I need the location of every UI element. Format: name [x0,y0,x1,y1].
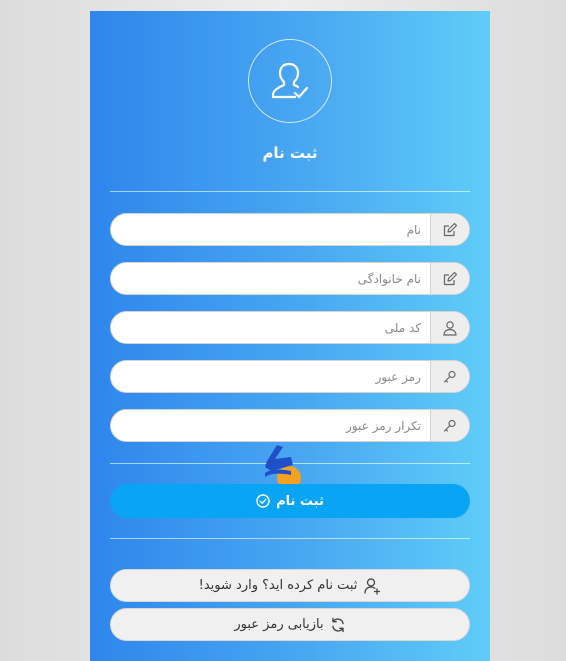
national-code-field[interactable] [110,311,470,344]
first-name-field[interactable] [110,213,470,246]
password-field[interactable] [110,360,470,393]
recover-password-button[interactable]: بازیابی رمز عبور [110,608,470,641]
refresh-icon [331,617,344,632]
edit-icon [430,263,469,294]
password-input[interactable] [111,361,431,392]
user-icon [430,312,469,343]
last-name-input[interactable] [111,263,431,294]
page-title: ثبت نام [262,144,318,162]
last-name-field[interactable] [110,262,470,295]
first-name-input[interactable] [111,214,431,245]
edit-icon [430,214,469,245]
login-link-label: ثبت نام کرده اید؟ وارد شوید! [198,578,358,593]
user-check-icon [271,62,309,99]
login-link-button[interactable]: ثبت نام کرده اید؟ وارد شوید! [110,569,470,602]
check-circle-icon [256,494,270,508]
user-plus-icon [364,577,381,595]
avatar [248,39,332,123]
password-confirm-field[interactable] [110,409,470,442]
key-icon [430,410,469,441]
register-card: ثبت نام نام نام خانوادگی کد ملی ثبت نام … [90,11,490,661]
divider [110,191,470,192]
password-confirm-input[interactable] [111,410,431,441]
recover-password-label: بازیابی رمز عبور [234,617,324,632]
register-button[interactable]: ثبت نام [110,484,470,518]
national-code-input[interactable] [111,312,431,343]
key-icon [430,361,469,392]
register-button-label: ثبت نام [276,493,324,509]
divider [110,538,470,539]
